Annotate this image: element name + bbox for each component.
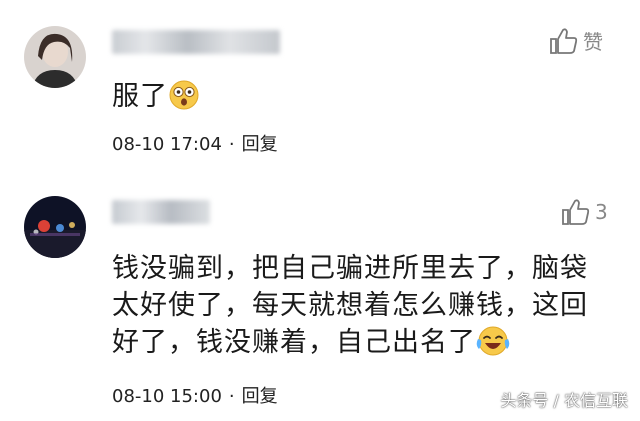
comment-text-line: 好了，钱没赚着，自己出名了 xyxy=(112,324,588,361)
reply-link[interactable]: 回复 xyxy=(242,386,278,407)
like-count: 3 xyxy=(595,200,608,224)
timestamp: 08-10 15:00 xyxy=(112,386,222,407)
laughing-tears-icon xyxy=(476,326,510,356)
comment-text: 钱没骗到，把自己骗进所里去了，脑袋 太好使了，每天就想着怎么赚钱，这回 好了，钱… xyxy=(112,250,588,361)
like-button[interactable]: 3 xyxy=(561,198,608,226)
watermark: 头条号 / 农信互联 xyxy=(500,391,628,410)
avatar-image xyxy=(24,196,86,258)
comment-text-line: 钱没骗到，把自己骗进所里去了，脑袋 xyxy=(112,253,588,284)
separator-dot: · xyxy=(228,386,235,407)
username-blurred[interactable] xyxy=(112,200,210,224)
thumbs-up-icon xyxy=(562,199,590,225)
avatar[interactable] xyxy=(24,196,86,258)
comment-meta: 08-10 15:00 · 回复 xyxy=(112,382,278,408)
comment-2: 3 钱没骗到，把自己骗进所里去了，脑袋 太好使了，每天就想着怎么赚钱，这回 好了… xyxy=(0,0,640,421)
comment-text-line: 太好使了，每天就想着怎么赚钱，这回 xyxy=(112,290,588,321)
